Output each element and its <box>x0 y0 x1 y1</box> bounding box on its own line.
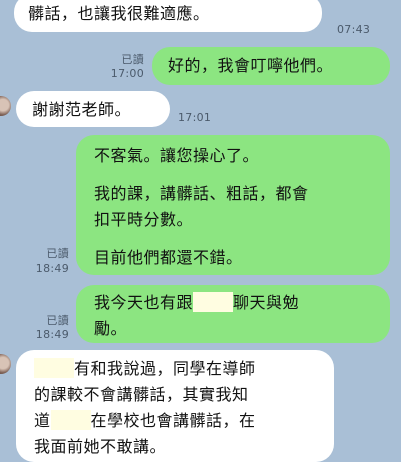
message-text: 不客氣。讓您操心了。 <box>94 146 260 165</box>
incoming-message[interactable]: 謝謝范老師。 <box>16 91 170 127</box>
message-text: 我面前她不敢講。 <box>34 437 167 456</box>
message-text: 髒話，也讓我很難適應。 <box>28 4 210 23</box>
message-text: 道 <box>34 411 51 430</box>
read-receipt: 已讀 <box>121 53 144 66</box>
incoming-message[interactable]: 髒話，也讓我很難適應。 <box>14 0 322 32</box>
message-text: 我今天也有跟 <box>94 293 194 312</box>
outgoing-message[interactable]: 好的，我會叮嚀他們。 <box>152 47 390 85</box>
message-time: 17:00 <box>110 67 144 80</box>
outgoing-message[interactable]: 我今天也有跟 聊天與勉 勵。 <box>76 285 390 343</box>
redacted-name <box>50 410 91 430</box>
message-text: 扣平時分數。 <box>94 210 194 229</box>
message-time: 18:49 <box>35 328 69 341</box>
outgoing-message[interactable]: 不客氣。讓您操心了。 我的課，講髒話、粗話，都會 扣平時分數。 目前他們都還不錯… <box>76 135 390 275</box>
message-text: 勵。 <box>94 319 128 338</box>
contact-avatar[interactable] <box>0 96 11 116</box>
message-time: 18:49 <box>35 262 69 275</box>
redacted-name <box>193 292 234 312</box>
redacted-name <box>34 358 74 378</box>
message-text: 謝謝范老師。 <box>32 100 132 119</box>
chat-screen: { "messages": { "m1": { "line1": "髒話，也讓我… <box>0 0 401 462</box>
message-text: 目前他們都還不錯。 <box>94 248 243 267</box>
message-text: 聊天與勉 <box>233 293 300 312</box>
message-time: 17:01 <box>178 111 212 124</box>
message-text: 我的課，講髒話、粗話，都會 <box>94 184 309 203</box>
message-time: 07:43 <box>337 23 371 36</box>
read-receipt: 已讀 <box>46 314 69 327</box>
message-text: 在學校也會講髒話，在 <box>90 411 256 430</box>
incoming-message[interactable]: 有和我說過，同學在導師 的課較不會講髒話，其實我知 道 在學校也會講髒話，在 我面… <box>16 350 334 462</box>
message-text: 有和我說過，同學在導師 <box>74 359 256 378</box>
read-receipt: 已讀 <box>46 247 69 260</box>
message-text: 好的，我會叮嚀他們。 <box>168 56 334 75</box>
contact-avatar[interactable] <box>0 354 11 374</box>
message-text: 的課較不會講髒話，其實我知 <box>34 385 249 404</box>
